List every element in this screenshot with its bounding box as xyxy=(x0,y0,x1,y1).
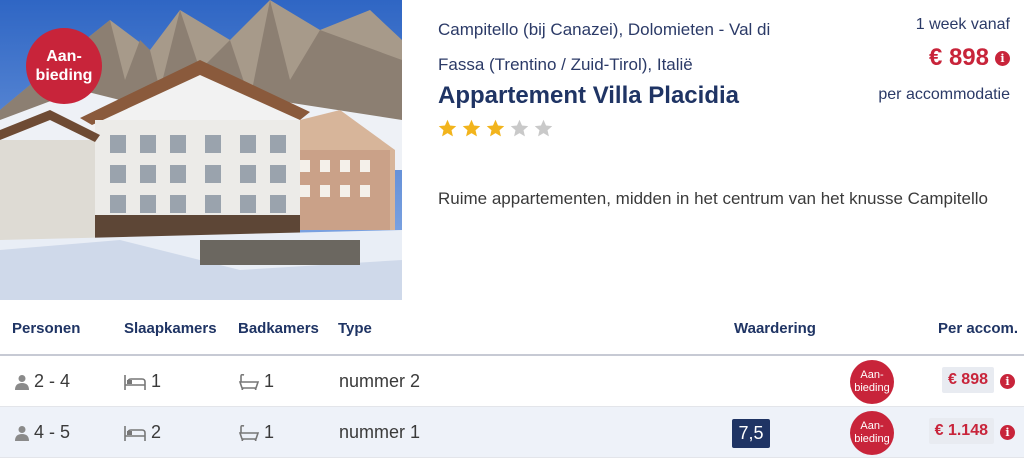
price-amount[interactable]: € 898 xyxy=(929,44,989,72)
location-line1: Campitello (bij Canazei), Dolomieten - V… xyxy=(438,20,771,39)
star-filled-icon xyxy=(462,119,481,137)
availability-table: Personen Slaapkamers Badkamers Type Waar… xyxy=(0,300,1024,458)
type-cell[interactable]: nummer 2 xyxy=(339,371,420,392)
person-icon xyxy=(15,425,29,441)
row-price[interactable]: € 898 xyxy=(941,367,994,393)
star-filled-icon xyxy=(486,119,505,137)
star-filled-icon xyxy=(438,119,457,137)
bedrooms-value: 1 xyxy=(151,371,162,391)
offer-badge-line1: Aan- xyxy=(860,420,884,432)
price-summary: 1 week vanaf € 898 i per accommodatie xyxy=(810,12,1010,104)
accommodation-title[interactable]: Appartement Villa Placidia xyxy=(438,82,739,110)
bed-icon xyxy=(124,374,146,390)
offer-badge-line2: bieding xyxy=(854,433,890,445)
header-price: Per accom. xyxy=(938,320,1019,337)
offer-badge-line2: bieding xyxy=(854,382,890,394)
persons-value: 4 - 5 xyxy=(34,422,71,442)
star-empty-icon xyxy=(510,119,529,137)
bath-icon xyxy=(238,424,260,441)
persons-cell: 2 - 4 xyxy=(14,371,70,392)
table-row[interactable]: 2 - 4 1 1 nummer 2 Aan- bieding € 898 i xyxy=(0,356,1024,407)
offer-badge: Aan- bieding xyxy=(850,411,894,455)
accommodation-photo[interactable]: Aan- bieding xyxy=(0,0,402,300)
price-week-label: 1 week vanaf xyxy=(915,16,1010,33)
type-cell[interactable]: nummer 1 xyxy=(339,422,420,443)
star-rating xyxy=(437,118,554,139)
location[interactable]: Campitello (bij Canazei), Dolomieten - V… xyxy=(438,12,818,82)
row-price[interactable]: € 1.148 xyxy=(928,418,994,444)
bedrooms-cell: 1 xyxy=(123,371,161,392)
bedrooms-cell: 2 xyxy=(123,422,161,443)
bedrooms-value: 2 xyxy=(151,422,162,442)
persons-cell: 4 - 5 xyxy=(14,422,70,443)
offer-badge-line1: Aan- xyxy=(46,48,82,65)
price-per-label: per accommodatie xyxy=(878,86,1010,103)
bath-icon xyxy=(238,373,260,390)
info-icon[interactable]: i xyxy=(995,50,1010,66)
star-empty-icon xyxy=(534,119,553,137)
table-row[interactable]: 4 - 5 2 1 nummer 1 7,5 Aan- bieding € 1.… xyxy=(0,407,1024,458)
header-rating: Waardering xyxy=(734,320,816,337)
offer-badge-line1: Aan- xyxy=(860,369,884,381)
offer-badge: Aan- bieding xyxy=(850,360,894,404)
offer-badge-line2: bieding xyxy=(35,67,93,84)
person-icon xyxy=(15,374,29,390)
bathrooms-value: 1 xyxy=(264,371,275,391)
persons-value: 2 - 4 xyxy=(34,371,71,391)
accommodation-description: Ruime appartementen, midden in het centr… xyxy=(438,189,988,208)
info-icon[interactable]: i xyxy=(1000,374,1015,389)
header-bathrooms: Badkamers xyxy=(238,320,319,337)
rating-badge: 7,5 xyxy=(732,419,770,448)
header-type: Type xyxy=(338,320,372,337)
bathrooms-cell: 1 xyxy=(238,371,274,392)
location-line2: Fassa (Trentino / Zuid-Tirol), Italië xyxy=(438,55,693,74)
bed-icon xyxy=(124,425,146,441)
bathrooms-value: 1 xyxy=(264,422,275,442)
header-persons: Personen xyxy=(12,320,81,337)
header-bedrooms: Slaapkamers xyxy=(124,320,217,337)
table-header: Personen Slaapkamers Badkamers Type Waar… xyxy=(0,300,1024,356)
bathrooms-cell: 1 xyxy=(238,422,274,443)
offer-badge: Aan- bieding xyxy=(26,28,102,104)
info-icon[interactable]: i xyxy=(1000,425,1015,440)
